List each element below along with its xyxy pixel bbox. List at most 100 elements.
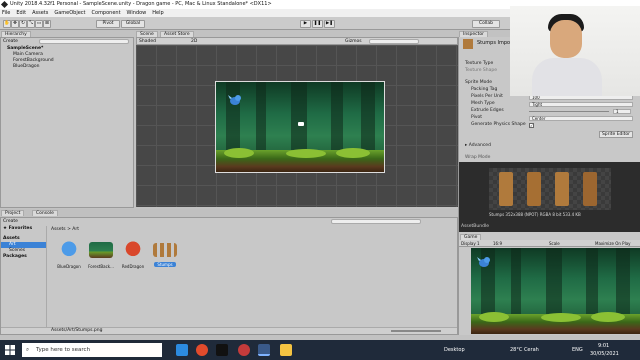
texture-shape-label: Texture Shape [465, 68, 497, 73]
hierarchy-search-input[interactable] [39, 39, 129, 44]
menu-window[interactable]: Window [127, 9, 147, 17]
collab-button[interactable]: Collab [472, 20, 500, 28]
search-placeholder: Type here to search [36, 347, 91, 353]
pivot-dropdown[interactable]: Center [529, 116, 633, 121]
scale-label: Scale [549, 241, 560, 246]
unity-editor-icon[interactable] [258, 344, 270, 356]
bush [336, 148, 370, 158]
extrude-edges-value[interactable]: 1 [613, 109, 631, 114]
game-toolbar: Display 1 16:9 Scale Maximize On Play [459, 240, 640, 247]
sprite-editor-button[interactable]: Sprite Editor [599, 131, 633, 138]
clock-date[interactable]: 30/05/2021 [590, 351, 619, 357]
display-dropdown[interactable]: Display 1 [461, 240, 480, 247]
step-button[interactable]: ▶❚ [324, 20, 335, 28]
hand-tool-button[interactable]: ✋ [3, 20, 11, 28]
search-icon: ⌕ [26, 347, 30, 353]
stump-sprite [527, 172, 541, 206]
language-indicator[interactable]: ENG [572, 347, 583, 353]
2d-toggle[interactable]: 2D [191, 39, 197, 44]
webcam-overlay [510, 6, 640, 96]
game-view-render[interactable] [471, 248, 640, 334]
forest-background-sprite[interactable] [215, 81, 385, 173]
clock-time[interactable]: 9:01 [598, 343, 609, 349]
rect-tool-button[interactable]: ▭ [35, 20, 43, 28]
tab-project[interactable]: Project [1, 210, 25, 216]
unity-logo-icon [0, 0, 9, 9]
blue-dragon-sprite[interactable] [228, 94, 242, 106]
desktop-toolbar-label[interactable]: Desktop [444, 347, 465, 353]
thumbnail-size-slider[interactable] [391, 330, 441, 332]
move-tool-button[interactable]: ✥ [11, 20, 19, 28]
blue-dragon-thumbnail [57, 238, 81, 262]
pixels-per-unit-label: Pixels Per Unit [471, 94, 503, 99]
hierarchy-item-label: ForestBackground [13, 58, 54, 63]
bush [479, 312, 509, 322]
windows-start-icon[interactable] [5, 345, 15, 355]
sprite-editor-label: Sprite Editor [601, 132, 631, 137]
asset-label: Stumps [154, 262, 176, 267]
hierarchy-panel: Create SampleScene* Main Camera ForestBa… [0, 37, 134, 208]
menu-file[interactable]: File [2, 9, 10, 17]
menu-gameobject[interactable]: GameObject [54, 9, 85, 17]
extrude-edges-slider[interactable]: 1 [529, 109, 633, 114]
global-label: Global [125, 21, 141, 26]
asset-blue-dragon[interactable]: BlueDragon [55, 238, 83, 269]
obs-icon[interactable] [238, 344, 250, 356]
scene-search-input[interactable] [369, 39, 419, 44]
advanced-foldout[interactable]: ▸ Advanced [465, 143, 491, 149]
project-create-button[interactable]: Create [3, 219, 18, 224]
gizmos-dropdown[interactable]: Gizmos [345, 39, 362, 44]
preview-panel: Stumps 352x388 (NPOT) RGBA 8 bit 533.4 K… [458, 162, 640, 232]
hierarchy-create-button[interactable]: Create [3, 39, 18, 44]
pivot-toggle[interactable]: Pivot [96, 20, 120, 28]
scene-view[interactable] [136, 45, 458, 207]
bush [591, 312, 625, 322]
menu-help[interactable]: Help [152, 9, 163, 17]
play-button[interactable]: ▶ [300, 20, 311, 28]
asset-forest-background[interactable]: ForestBack... [87, 238, 115, 269]
tab-console[interactable]: Console [32, 210, 58, 216]
stump-sprite [583, 172, 597, 206]
edge-icon[interactable] [176, 344, 188, 356]
asset-stumps[interactable]: Stumps [151, 238, 179, 267]
maximize-on-play-toggle[interactable]: Maximize On Play [595, 240, 631, 247]
taskbar-search-input[interactable]: ⌕ Type here to search [22, 343, 162, 357]
unity-hub-icon[interactable] [216, 344, 228, 356]
hierarchy-item-blue-dragon[interactable]: BlueDragon [1, 64, 133, 70]
asset-red-dragon[interactable]: RedDragon [119, 238, 147, 269]
pause-button[interactable]: ❚❚ [312, 20, 323, 28]
transform-tool-button[interactable]: ⊞ [43, 20, 51, 28]
project-search-input[interactable] [331, 219, 421, 224]
tree-label: Packages [3, 254, 27, 259]
asset-label: RedDragon [121, 264, 145, 269]
collab-label: Collab [478, 21, 493, 26]
mesh-type-dropdown[interactable]: Tight [529, 102, 633, 107]
physics-shape-checkbox[interactable]: ✓ [529, 123, 534, 128]
weather-widget[interactable]: 28°C Cerah [510, 347, 539, 353]
taskbar: ⌕ Type here to search Desktop 28°C Cerah… [0, 340, 640, 360]
global-toggle[interactable]: Global [121, 20, 145, 28]
project-panel: Create ★ Favorites Assets Art Scenes Pac… [0, 217, 458, 335]
menu-component[interactable]: Component [92, 9, 121, 17]
favorites-item[interactable]: ★ Favorites [1, 226, 46, 232]
aspect-dropdown[interactable]: 16:9 [493, 240, 502, 247]
firefox-icon[interactable] [196, 344, 208, 356]
window-title: Unity 2018.4.32f1 Personal - SampleScene… [10, 1, 272, 7]
scale-tool-button[interactable]: ⤡ [27, 20, 35, 28]
menu-assets[interactable]: Assets [32, 9, 48, 17]
hierarchy-item-label: Main Camera [13, 52, 43, 57]
menu-edit[interactable]: Edit [16, 9, 26, 17]
red-dragon-thumbnail [121, 238, 145, 262]
project-tab-label: Project [5, 211, 21, 216]
selected-asset-path: Assets/Art/Stumps.png [51, 328, 103, 333]
extrude-edges-label: Extrude Edges [471, 108, 504, 113]
bush [286, 149, 326, 158]
shading-mode-dropdown[interactable]: Shaded [139, 39, 156, 44]
slider-track [529, 111, 609, 112]
file-explorer-icon[interactable] [280, 344, 292, 356]
tree-packages[interactable]: Packages [1, 254, 46, 260]
camera-gizmo-icon [298, 122, 304, 126]
favorites-label: Favorites [8, 226, 33, 231]
pivot-label: Pivot [102, 21, 114, 26]
rotate-tool-button[interactable]: ↻ [19, 20, 27, 28]
